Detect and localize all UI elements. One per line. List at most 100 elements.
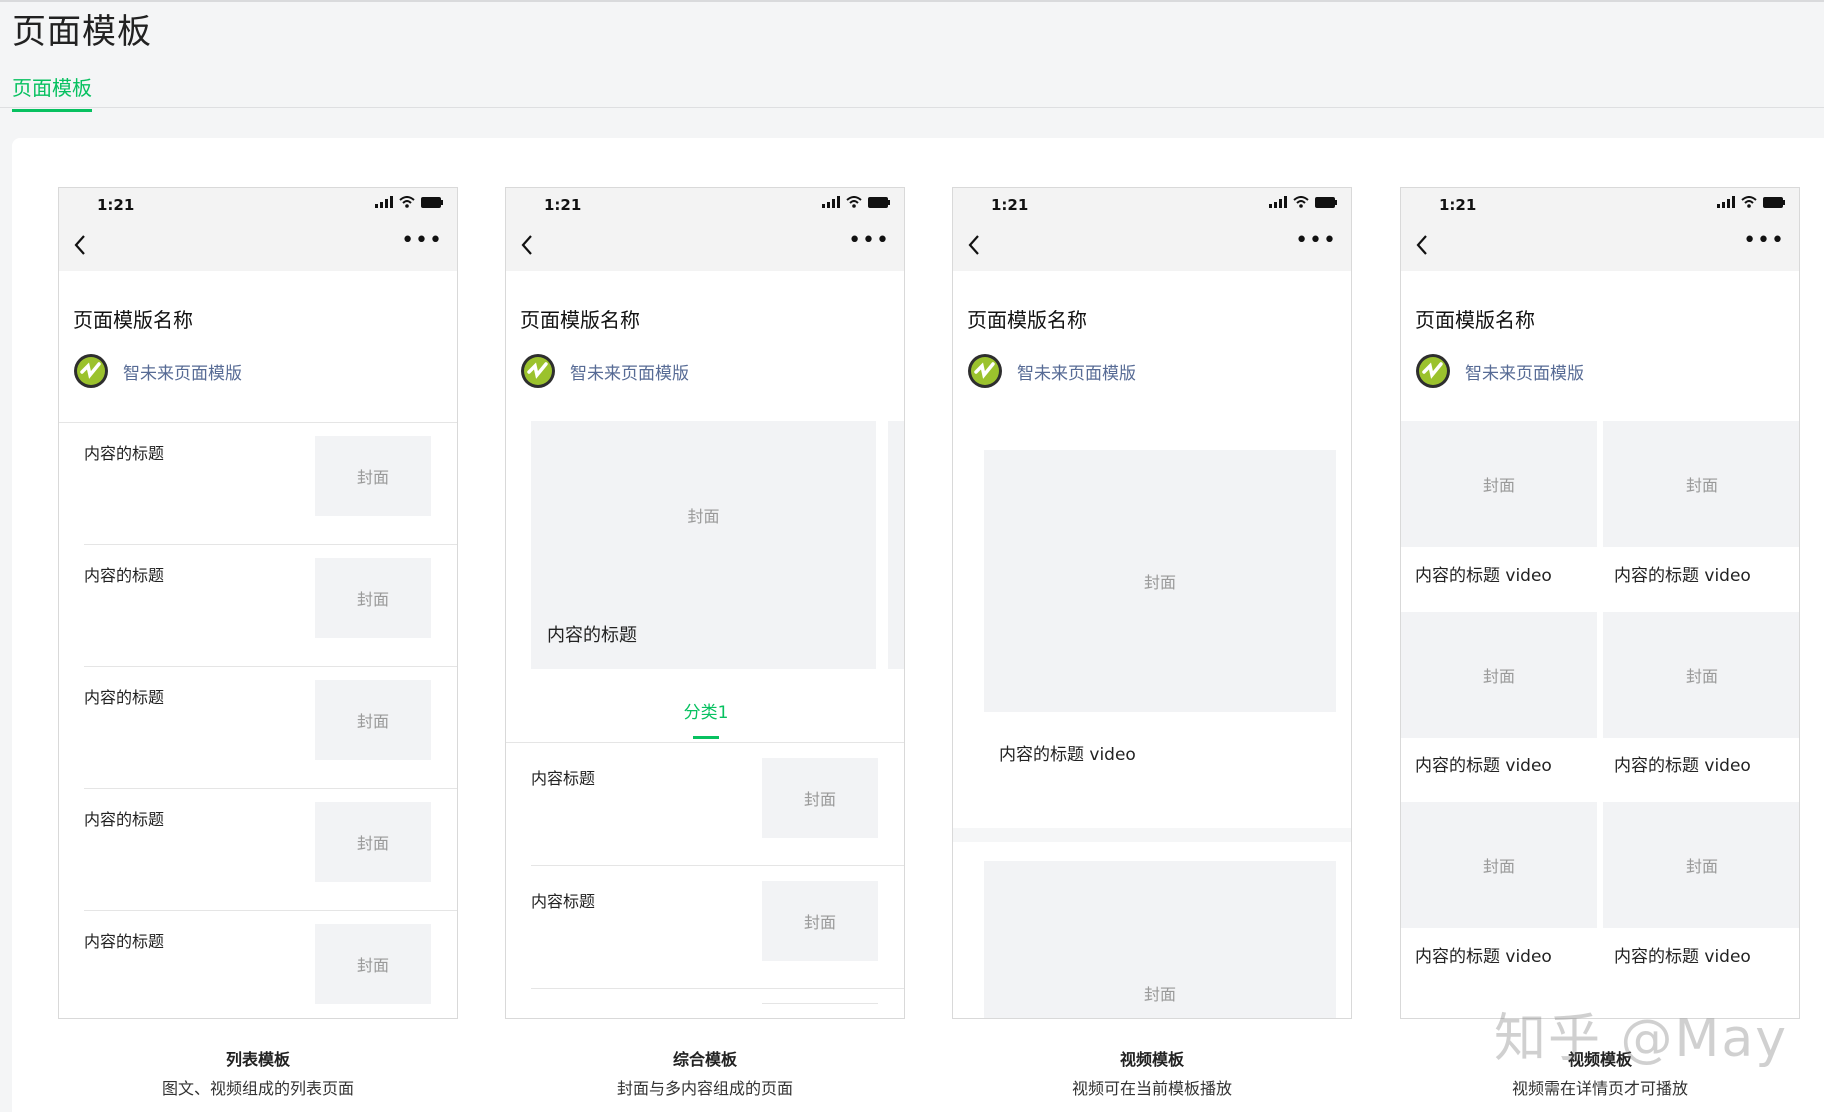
more-icon[interactable]: •••	[1295, 230, 1337, 252]
brand-logo-icon	[1416, 354, 1450, 388]
brand-logo-icon	[521, 354, 555, 388]
banner-cover-label: 封面	[687, 507, 720, 526]
top-divider	[0, 0, 1824, 2]
account-row[interactable]: 智未来页面模版	[1415, 353, 1584, 389]
grid-cover[interactable]: 封面	[1401, 612, 1597, 738]
back-icon[interactable]	[73, 233, 87, 257]
status-bar: 1:21	[506, 188, 904, 221]
grid-cover[interactable]: 封面	[1603, 802, 1799, 928]
divider	[59, 422, 457, 423]
phone-video-grid-template[interactable]: 1:21 ••• 页面模版名称 智未来页面模版 封面 封面 内容的标题 vide…	[1400, 187, 1800, 1019]
grid-cover[interactable]: 封面	[1603, 421, 1799, 547]
status-time: 1:21	[1439, 196, 1477, 214]
status-bar: 1:21	[953, 188, 1351, 221]
divider	[506, 742, 904, 743]
divider	[84, 544, 457, 545]
status-time: 1:21	[991, 196, 1029, 214]
battery-icon	[421, 196, 443, 208]
account-row[interactable]: 智未来页面模版	[520, 353, 689, 389]
status-time: 1:21	[97, 196, 135, 214]
battery-icon	[1763, 196, 1785, 208]
grid-item-title[interactable]: 内容的标题 video	[1415, 751, 1552, 776]
grid-cover[interactable]: 封面	[1401, 421, 1597, 547]
video-cover[interactable]: 封面	[984, 861, 1336, 1018]
list-item-title[interactable]: 内容的标题	[84, 440, 164, 464]
video-title[interactable]: 内容的标题 video	[999, 740, 1136, 765]
more-icon[interactable]: •••	[848, 230, 890, 252]
banner-title: 内容的标题	[547, 625, 637, 646]
wifi-icon	[399, 196, 415, 208]
grid-item-title[interactable]: 内容的标题 video	[1415, 561, 1552, 586]
phone-video-template[interactable]: 1:21 ••• 页面模版名称 智未来页面模版 封面 内容的标题 video 封…	[952, 187, 1352, 1019]
back-icon[interactable]	[1415, 233, 1429, 257]
category-tab[interactable]: 分类1	[506, 698, 904, 723]
status-bar: 1:21	[59, 188, 457, 221]
divider	[531, 865, 904, 866]
list-item-title[interactable]: 内容的标题	[84, 806, 164, 830]
grid-cover[interactable]: 封面	[1401, 802, 1597, 928]
nav-bar: •••	[953, 221, 1351, 271]
list-item-title[interactable]: 内容标题	[531, 765, 595, 789]
list-item-cover[interactable]: 封面	[762, 881, 878, 961]
divider	[531, 988, 904, 989]
brand-logo-icon	[74, 354, 108, 388]
template-caption-desc: 视频可在当前模板播放	[1071, 1079, 1232, 1098]
battery-icon	[868, 196, 890, 208]
grid-item-title[interactable]: 内容的标题 video	[1614, 942, 1751, 967]
list-item-title[interactable]: 内容的标题	[84, 684, 164, 708]
divider	[84, 788, 457, 789]
list-item-title[interactable]: 内容的标题	[84, 562, 164, 586]
list-item-title[interactable]: 内容标题	[531, 888, 595, 912]
account-name[interactable]: 智未来页面模版	[123, 359, 242, 384]
grid-item-title[interactable]: 内容的标题 video	[1614, 751, 1751, 776]
more-icon[interactable]: •••	[401, 230, 443, 252]
template-name: 页面模版名称	[967, 308, 1087, 332]
watermark: 知乎 @May	[1494, 1009, 1789, 1069]
category-tab-indicator	[693, 736, 719, 739]
wifi-icon	[1293, 196, 1309, 208]
list-item-cover[interactable]: 封面	[315, 436, 431, 516]
template-name: 页面模版名称	[520, 308, 640, 332]
signal-icon	[375, 196, 393, 208]
list-item-cover[interactable]: 封面	[315, 680, 431, 760]
account-name[interactable]: 智未来页面模版	[1465, 359, 1584, 384]
template-caption-title: 列表模板	[225, 1050, 290, 1069]
account-name[interactable]: 智未来页面模版	[1017, 359, 1136, 384]
template-caption-desc: 封面与多内容组成的页面	[616, 1079, 793, 1098]
tab-page-templates[interactable]: 页面模板	[12, 72, 92, 112]
brand-logo-icon	[968, 354, 1002, 388]
banner-next-peek[interactable]	[888, 421, 904, 669]
page-title: 页面模板	[12, 12, 152, 52]
wifi-icon	[846, 196, 862, 208]
video-cover-label: 封面	[1143, 985, 1176, 1004]
back-icon[interactable]	[520, 233, 534, 257]
back-icon[interactable]	[967, 233, 981, 257]
list-item-title[interactable]: 内容的标题	[84, 928, 164, 952]
grid-item-title[interactable]: 内容的标题 video	[1614, 561, 1751, 586]
grid-cover[interactable]: 封面	[1603, 612, 1799, 738]
nav-bar: •••	[59, 221, 457, 271]
banner-cover[interactable]: 封面 内容的标题	[531, 421, 876, 669]
template-caption-title: 视频模板	[1119, 1050, 1184, 1069]
list-item-cover[interactable]: 封面	[315, 924, 431, 1004]
battery-icon	[1315, 196, 1337, 208]
divider	[84, 666, 457, 667]
signal-icon	[822, 196, 840, 208]
list-item-cover[interactable]: 封面	[315, 558, 431, 638]
video-cover[interactable]: 封面	[984, 450, 1336, 712]
phone-list-template[interactable]: 1:21 ••• 页面模版名称 智未来页面模版 内容的标题 封面 内容的标题 封…	[58, 187, 458, 1019]
account-row[interactable]: 智未来页面模版	[967, 353, 1136, 389]
account-row[interactable]: 智未来页面模版	[73, 353, 242, 389]
list-item-cover[interactable]: 封面	[762, 758, 878, 838]
template-caption-title: 综合模板	[672, 1050, 737, 1069]
phone-composite-template[interactable]: 1:21 ••• 页面模版名称 智未来页面模版 封面 内容的标题 分类1 内容标…	[505, 187, 905, 1019]
wifi-icon	[1741, 196, 1757, 208]
account-name[interactable]: 智未来页面模版	[570, 359, 689, 384]
nav-bar: •••	[506, 221, 904, 271]
grid-item-title[interactable]: 内容的标题 video	[1415, 942, 1552, 967]
divider	[84, 910, 457, 911]
template-caption-desc: 视频需在详情页才可播放	[1511, 1079, 1688, 1098]
more-icon[interactable]: •••	[1743, 230, 1785, 252]
list-item-cover[interactable]: 封面	[315, 802, 431, 882]
tab-bar: 页面模板	[0, 62, 1824, 112]
